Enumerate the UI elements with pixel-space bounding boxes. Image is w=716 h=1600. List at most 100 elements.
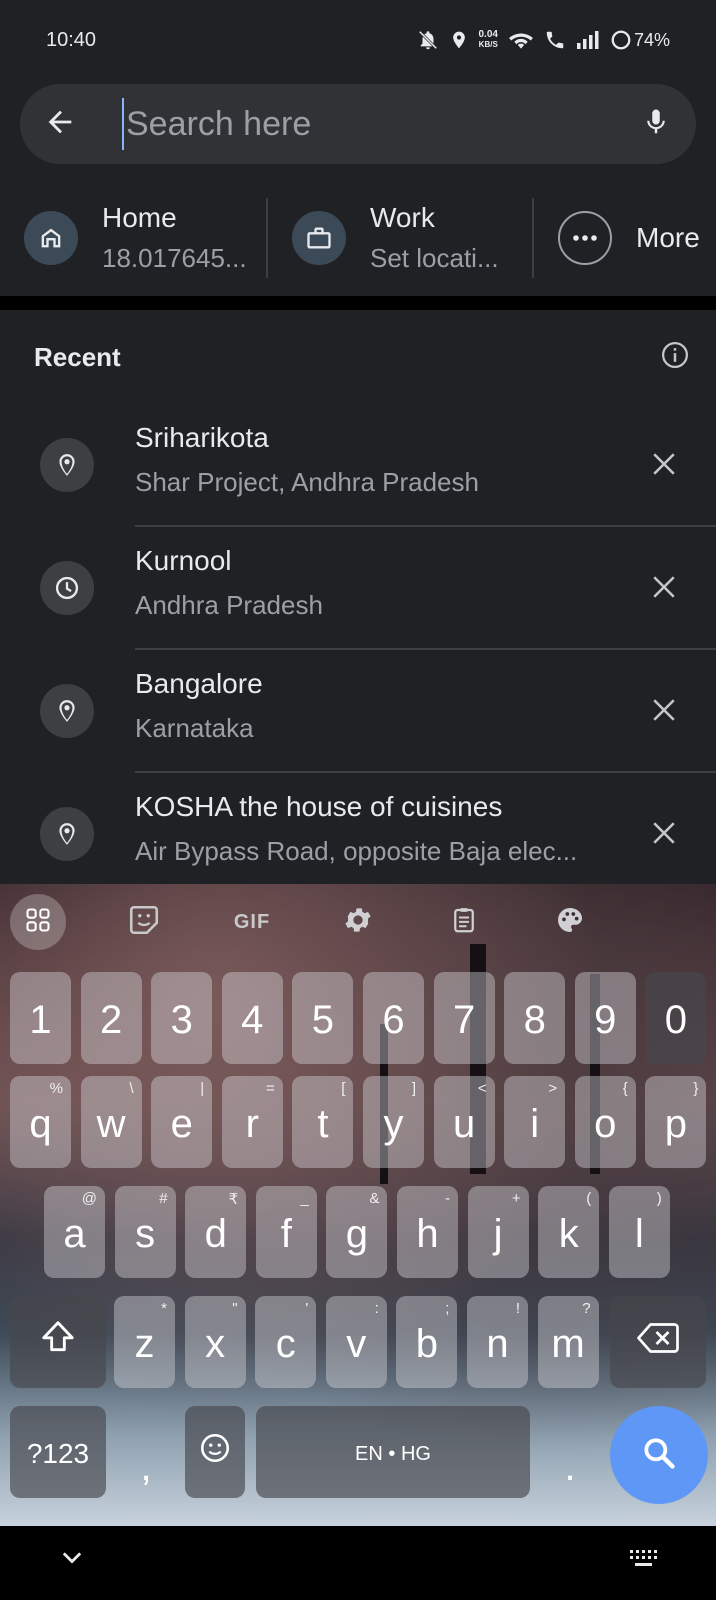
keyboard-key[interactable]: + j	[467, 1186, 529, 1278]
key-label: t	[317, 1101, 329, 1146]
keyboard-key[interactable]: 2	[80, 972, 142, 1064]
keyboard-key[interactable]: ; b	[396, 1296, 458, 1388]
microphone-icon	[641, 104, 671, 145]
list-item[interactable]: KOSHA the house of cuisines Air Bypass R…	[0, 773, 716, 896]
network-speed-value: 0.04	[478, 29, 498, 40]
key-label: k	[558, 1211, 579, 1256]
comma-key-label: ,	[140, 1444, 152, 1489]
keyboard-key[interactable]: * z	[114, 1296, 175, 1388]
key-label: i	[530, 1101, 540, 1146]
period-key[interactable]: .	[540, 1406, 600, 1498]
shift-key[interactable]	[10, 1296, 106, 1388]
voice-search-button[interactable]	[616, 84, 696, 164]
keyboard-key[interactable]: ? m	[537, 1296, 599, 1388]
key-hint: !	[515, 1300, 520, 1317]
list-item[interactable]: Kurnool Andhra Pradesh	[0, 527, 716, 650]
list-item[interactable]: Sriharikota Shar Project, Andhra Pradesh	[0, 404, 716, 527]
keyboard-key[interactable]: ' c	[255, 1296, 317, 1388]
keyboard-key[interactable]: 9	[574, 972, 636, 1064]
emoji-key[interactable]	[185, 1406, 245, 1498]
keyboard-key[interactable]: ) l	[608, 1186, 670, 1278]
remove-button[interactable]	[642, 813, 686, 857]
space-key-label: EN • HG	[355, 1442, 431, 1465]
key-label: j	[493, 1211, 503, 1256]
keyboard-key[interactable]: {o	[574, 1076, 636, 1168]
key-label: u	[452, 1101, 476, 1146]
shortcut-more-title: More	[636, 222, 700, 253]
search-input[interactable]	[126, 104, 616, 144]
list-item[interactable]: Bangalore Karnataka	[0, 650, 716, 773]
keyboard-key[interactable]: (k	[538, 1186, 600, 1278]
keyboard-key[interactable]: 4	[221, 972, 283, 1064]
search-bar[interactable]	[20, 84, 696, 164]
key-hint: *	[161, 1300, 167, 1317]
keyboard-key[interactable]: 1	[10, 972, 71, 1064]
sticker-button[interactable]	[116, 894, 172, 950]
keyboard-key[interactable]: ] y	[363, 1076, 424, 1168]
symbols-key[interactable]: ?123	[10, 1406, 106, 1498]
clipboard-icon	[449, 903, 479, 942]
keyboard-key[interactable]: 0	[645, 972, 707, 1064]
recent-header: Recent	[0, 310, 716, 404]
keyboard-key[interactable]: } p	[645, 1076, 707, 1168]
keyboard-switcher-icon[interactable]	[628, 1548, 658, 1575]
keyboard-key[interactable]: % q	[10, 1076, 71, 1168]
keyboard-key[interactable]: _ f	[255, 1186, 317, 1278]
keyboard-key[interactable]: & g	[326, 1186, 388, 1278]
keyboard-key[interactable]: 3	[151, 972, 213, 1064]
key-hint: &	[369, 1190, 380, 1207]
keyboard-key[interactable]: 5	[292, 972, 354, 1064]
key-label: a	[63, 1211, 86, 1256]
key-hint: |	[200, 1080, 205, 1097]
list-item-title: KOSHA the house of cuisines	[135, 791, 503, 822]
keyboard-settings-button[interactable]	[330, 894, 386, 950]
space-key[interactable]: EN • HG	[256, 1406, 530, 1498]
keyboard-key[interactable]: 7	[433, 972, 495, 1064]
keyboard-key[interactable]: | e	[151, 1076, 213, 1168]
symbols-key-label: ?123	[26, 1438, 90, 1469]
palette-icon	[554, 904, 586, 941]
keyboard-key[interactable]: @ a	[44, 1186, 105, 1278]
place-pin-icon	[40, 684, 94, 738]
info-icon[interactable]	[660, 340, 690, 375]
keyboard-key[interactable]: [t	[292, 1076, 354, 1168]
signal-icon	[576, 30, 600, 50]
shortcut-work[interactable]: Work Set locati...	[268, 198, 532, 278]
key-hint: @	[81, 1190, 97, 1207]
gif-button[interactable]: GIF	[224, 894, 280, 950]
key-label: z	[134, 1321, 155, 1366]
hide-keyboard-icon[interactable]	[58, 1544, 86, 1577]
keyboard-key[interactable]: 8	[504, 972, 566, 1064]
keyboard-key[interactable]: ₹ d	[185, 1186, 247, 1278]
keyboard-search-button[interactable]	[610, 1406, 708, 1504]
key-hint: _	[300, 1190, 309, 1207]
shortcut-more[interactable]: More	[534, 198, 700, 278]
remove-button[interactable]	[642, 690, 686, 734]
clipboard-button[interactable]	[436, 894, 492, 950]
comma-key[interactable]: ,	[116, 1406, 176, 1498]
keyboard-key[interactable]: 6	[363, 972, 424, 1064]
keyboard-key[interactable]: :v	[325, 1296, 387, 1388]
key-hint: ₹	[228, 1191, 239, 1208]
key-hint: =	[266, 1080, 275, 1097]
theme-button[interactable]	[542, 894, 598, 950]
keyboard-key[interactable]: > i	[504, 1076, 566, 1168]
back-button[interactable]	[20, 84, 100, 164]
status-bar: 10:40 0.04 KB/S 74%	[0, 0, 716, 80]
keyboard-key[interactable]: ! n	[467, 1296, 528, 1388]
arrow-back-icon	[43, 105, 77, 144]
key-hint: ]	[411, 1080, 416, 1097]
keyboard-apps-button[interactable]	[10, 894, 66, 950]
key-label: f	[280, 1211, 292, 1256]
key-label: d	[204, 1211, 227, 1256]
shortcut-home[interactable]: Home 18.017645...	[0, 198, 266, 278]
keyboard-key[interactable]: < u	[433, 1076, 495, 1168]
remove-button[interactable]	[642, 567, 686, 611]
remove-button[interactable]	[642, 444, 686, 488]
keyboard-key[interactable]: -h	[397, 1186, 458, 1278]
keyboard-key[interactable]: = r	[221, 1076, 283, 1168]
keyboard-key[interactable]: \ w	[80, 1076, 142, 1168]
keyboard-key[interactable]: " x	[184, 1296, 246, 1388]
keyboard-key[interactable]: # s	[114, 1186, 176, 1278]
backspace-key[interactable]	[610, 1296, 706, 1388]
